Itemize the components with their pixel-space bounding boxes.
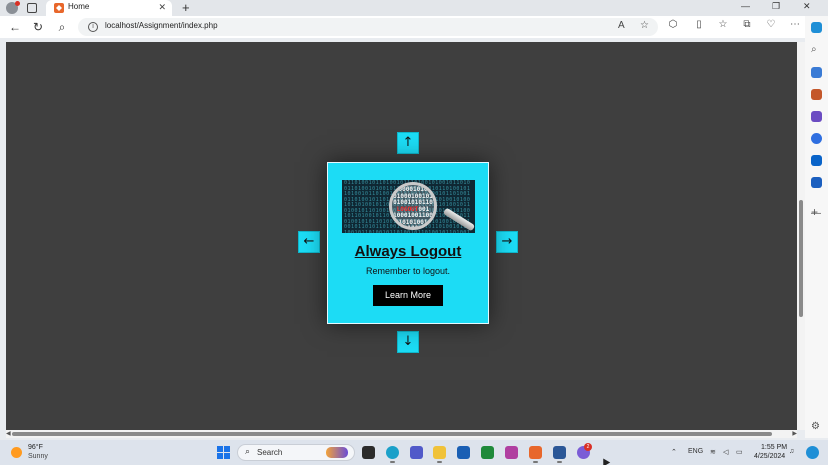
maximize-icon[interactable]: ❐ <box>772 1 780 12</box>
windows-start-icon[interactable] <box>217 446 230 459</box>
back-icon[interactable]: ← <box>7 19 23 35</box>
sun-icon[interactable] <box>11 447 22 458</box>
search-icon[interactable]: ⌕ <box>54 19 70 35</box>
word-running-indicator <box>557 461 562 463</box>
url-text[interactable]: localhost/Assignment/index.php <box>105 21 218 30</box>
favorites-icon[interactable]: ☆ <box>716 19 730 30</box>
clock-date[interactable]: 4/25/2024 <box>754 453 785 460</box>
app-icon[interactable] <box>505 446 518 459</box>
task-view-icon[interactable] <box>362 446 375 459</box>
navigation-bar: ← ↻ ⌕ i localhost/Assignment/index.php A… <box>0 16 828 38</box>
read-aloud-icon[interactable]: A <box>618 20 625 31</box>
taskbar-search[interactable]: ⌕ Search <box>237 444 355 461</box>
xampp-running-indicator <box>533 461 538 463</box>
split-screen-icon[interactable]: ▯ <box>692 19 706 30</box>
explorer-running-indicator <box>437 461 442 463</box>
teams-icon[interactable] <box>410 446 423 459</box>
card-title: Always Logout <box>354 243 462 260</box>
battery-icon[interactable]: ▭ <box>736 448 743 456</box>
copilot-taskbar-icon[interactable] <box>806 446 819 459</box>
taskbar-search-label: Search <box>257 448 283 457</box>
edge-icon[interactable] <box>386 446 399 459</box>
xampp-favicon-icon <box>54 3 64 13</box>
horizontal-scroll-thumb[interactable] <box>12 432 772 436</box>
logout-word: LOGOUT <box>396 205 419 213</box>
tab-title: Home <box>68 2 90 11</box>
weather-description[interactable]: Sunny <box>28 453 48 460</box>
browser-essentials-icon[interactable]: ♡ <box>764 19 778 30</box>
vertical-scroll-thumb[interactable] <box>799 200 803 317</box>
language-indicator[interactable]: ENG <box>688 448 703 455</box>
wifi-icon[interactable]: ≋ <box>710 448 716 456</box>
arrow-right-button[interactable]: → <box>496 231 518 253</box>
card-image: 0110100101101001011101001010010110100110… <box>342 180 475 233</box>
word-icon[interactable] <box>553 446 566 459</box>
tab-strip: Home ✕ + — ❐ ✕ <box>0 0 828 16</box>
microsoft365-icon[interactable] <box>811 133 822 144</box>
tools-icon[interactable] <box>811 89 822 100</box>
tab-actions-icon[interactable] <box>27 3 37 13</box>
clock-time[interactable]: 1:55 PM <box>761 444 787 451</box>
close-window-icon[interactable]: ✕ <box>803 1 811 12</box>
arrow-left-button[interactable]: ← <box>298 231 320 253</box>
xampp-icon[interactable] <box>529 446 542 459</box>
tab-home[interactable]: Home ✕ <box>46 0 172 16</box>
copilot-icon[interactable] <box>811 22 822 33</box>
notification-bell-icon[interactable]: ♫ <box>789 448 794 455</box>
notification-badge: 2 <box>584 443 592 451</box>
address-bar[interactable]: i localhost/Assignment/index.php A ☆ <box>78 18 658 36</box>
xbox-icon[interactable] <box>481 446 494 459</box>
learn-more-button[interactable]: Learn More <box>373 285 443 306</box>
refresh-icon[interactable]: ↻ <box>30 19 46 35</box>
card-text: Remember to logout. <box>365 266 451 276</box>
info-card: 0110100101101001011101001010010110100110… <box>327 162 489 324</box>
arrow-up-button[interactable]: ↑ <box>397 132 419 154</box>
sidebar-search-icon[interactable]: ⌕ <box>811 44 822 55</box>
new-tab-icon[interactable]: + <box>182 0 190 15</box>
edge-sidebar: ⌕ — + ⚙ <box>805 16 828 438</box>
extensions-icon[interactable]: ⬡ <box>666 19 680 30</box>
horizontal-scrollbar[interactable]: ◀ ▶ <box>6 430 797 438</box>
minimize-icon[interactable]: — <box>741 1 750 11</box>
favorite-star-icon[interactable]: ☆ <box>640 20 649 31</box>
profile-avatar[interactable] <box>6 1 20 14</box>
arrow-down-button[interactable]: ↓ <box>397 331 419 353</box>
weather-temperature[interactable]: 96°F <box>28 444 43 451</box>
games-icon[interactable] <box>811 111 822 122</box>
scroll-left-icon[interactable]: ◀ <box>6 430 11 437</box>
chevron-up-icon[interactable]: ⌃ <box>671 448 677 456</box>
more-options-icon[interactable]: ⋯ <box>788 19 802 30</box>
outlook-icon[interactable] <box>811 155 822 166</box>
volume-icon[interactable]: ◁ <box>723 448 728 456</box>
edge-running-indicator <box>390 461 395 463</box>
tab-close-icon[interactable]: ✕ <box>158 2 166 13</box>
search-highlight-icon <box>326 447 348 458</box>
vertical-scrollbar[interactable] <box>797 42 805 430</box>
sidebar-settings-icon[interactable]: ⚙ <box>811 421 822 432</box>
collections-icon[interactable]: ⧉ <box>740 19 754 30</box>
info-icon[interactable]: i <box>88 22 98 32</box>
taskbar-search-icon: ⌕ <box>245 446 251 456</box>
taskbar: 96°F Sunny ⌕ Search 2 ⌃ ENG ≋ ◁ ▭ 1:55 P… <box>0 440 828 465</box>
store-icon[interactable] <box>457 446 470 459</box>
magnifying-glass-icon: 00001010 01000100101 01001010110 LOGOUT001 1… <box>389 182 437 230</box>
sidebar-add-icon[interactable]: + <box>811 206 822 218</box>
shopping-icon[interactable] <box>811 67 822 78</box>
file-explorer-icon[interactable] <box>433 446 446 459</box>
scroll-right-icon[interactable]: ▶ <box>792 430 797 437</box>
drop-icon[interactable] <box>811 177 822 188</box>
